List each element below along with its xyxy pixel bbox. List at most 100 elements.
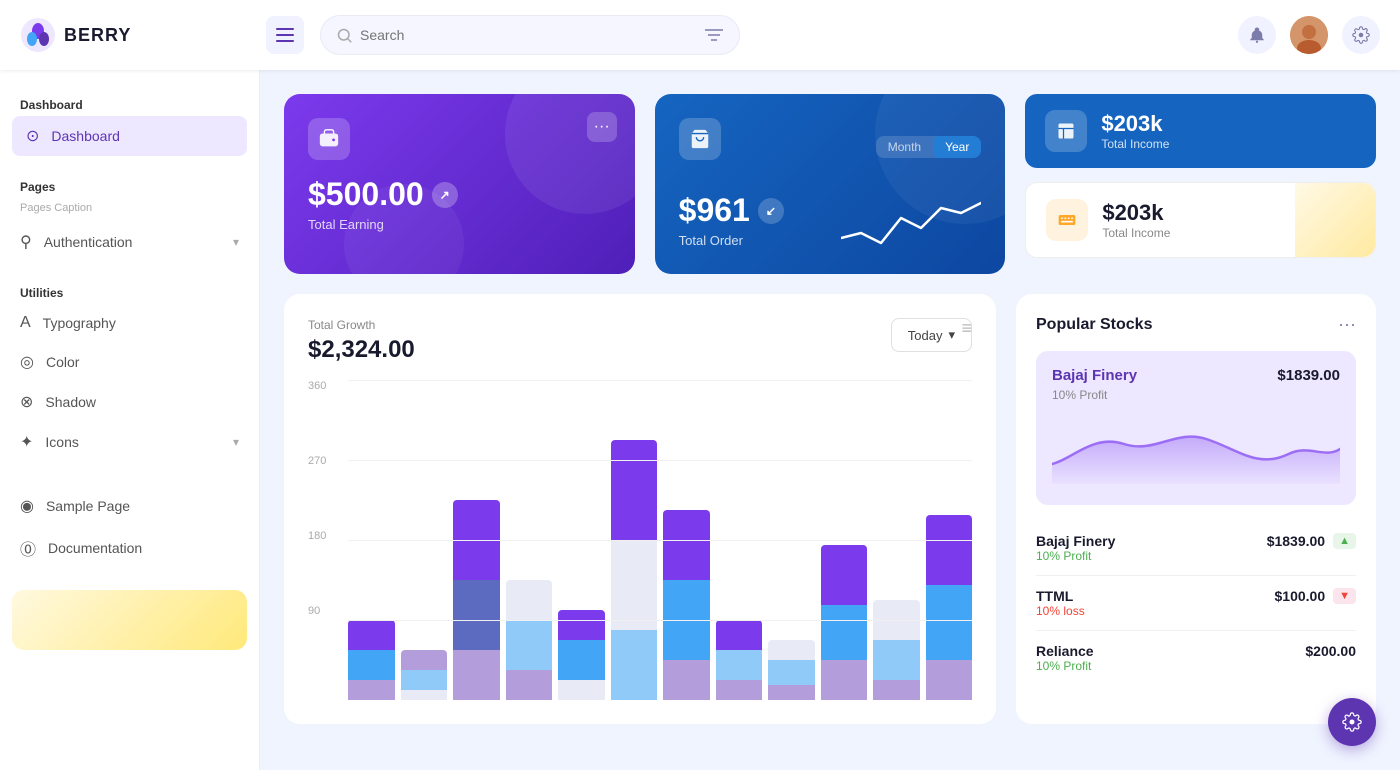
growth-header: Total Growth $2,324.00 Today ▾ (308, 318, 972, 364)
growth-info: Total Growth $2,324.00 (308, 318, 415, 364)
stock-ttml-price: $100.00 (1275, 588, 1326, 604)
earning-amount: $500.00 ↗ (308, 176, 611, 213)
sidebar-item-color[interactable]: ◎ Color (0, 342, 259, 382)
today-button[interactable]: Today ▾ (891, 318, 972, 352)
color-icon: ◎ (20, 352, 34, 372)
sidebar: Dashboard ⊙ Dashboard Pages Pages Captio… (0, 70, 260, 770)
grid-line-2 (348, 460, 972, 461)
grid-line-4 (348, 620, 972, 621)
stock-ttml-info: TTML 10% loss (1036, 588, 1085, 618)
stock-bajaj-name: Bajaj Finery (1036, 533, 1115, 549)
stock-ttml-badge: ▼ (1333, 588, 1356, 604)
bar-chart: 360 270 180 90 (308, 380, 972, 700)
income-cards-column: $203k Total Income $203k Total Income (1025, 94, 1376, 274)
sidebar-item-sample-page[interactable]: ◉ Sample Page (0, 486, 259, 526)
sidebar-item-icons[interactable]: ✦ Icons ▾ (0, 422, 259, 462)
order-mini-chart (841, 198, 981, 248)
bar-group-3 (453, 500, 500, 700)
income-card-1: $203k Total Income (1025, 94, 1376, 168)
sidebar-item-shadow[interactable]: ⊗ Shadow (0, 382, 259, 422)
order-amount: $961 ↙ (679, 192, 784, 229)
settings-button[interactable] (1342, 16, 1380, 54)
order-label: Total Order (679, 233, 784, 248)
sidebar-promo-banner (12, 590, 247, 650)
stocks-more-button[interactable]: ··· (1338, 314, 1356, 335)
stock-bajaj-price: $1839.00 (1267, 533, 1325, 549)
stock-ttml-name: TTML (1036, 588, 1085, 604)
stock-ttml-right: $100.00 ▼ (1275, 588, 1357, 604)
bar-group-4 (506, 580, 553, 700)
bar-group-11 (873, 600, 920, 700)
avatar[interactable] (1290, 16, 1328, 54)
order-badge: ↙ (758, 198, 784, 224)
earning-label: Total Earning (308, 217, 611, 232)
search-input[interactable] (360, 27, 697, 43)
income-info-2: $203k Total Income (1102, 200, 1170, 240)
year-toggle-button[interactable]: Year (933, 136, 981, 158)
bottom-row: Total Growth $2,324.00 Today ▾ ≡ 360 270… (284, 294, 1376, 724)
featured-stock-chart (1052, 414, 1340, 484)
chevron-today-icon: ▾ (948, 327, 955, 343)
logo-text: BERRY (64, 25, 131, 46)
search-icon (337, 28, 352, 43)
income-icon-2 (1046, 199, 1088, 241)
fab-button[interactable] (1328, 698, 1376, 746)
earning-more-button[interactable]: ··· (587, 112, 617, 142)
chevron-down-icon: ▾ (233, 235, 239, 249)
stock-bajaj-badge: ▲ (1333, 533, 1356, 549)
sidebar-item-dashboard[interactable]: ⊙ Dashboard (12, 116, 247, 156)
income-icon-1 (1045, 110, 1087, 152)
stock-reliance-profit: 10% Profit (1036, 659, 1094, 673)
sidebar-item-icons-label: Icons (45, 434, 78, 450)
featured-stock-top: Bajaj Finery $1839.00 (1052, 367, 1340, 384)
order-card-top: Month Year (679, 118, 982, 176)
total-order-card: Month Year $961 ↙ Total Order (655, 94, 1006, 274)
period-toggle: Month Year (876, 136, 982, 158)
chevron-icons-icon: ▾ (233, 435, 239, 449)
stock-list: Bajaj Finery 10% Profit $1839.00 ▲ TTML … (1036, 521, 1356, 685)
growth-chart-card: Total Growth $2,324.00 Today ▾ ≡ 360 270… (284, 294, 996, 724)
bell-icon (1248, 26, 1266, 44)
earning-icon-box (308, 118, 350, 160)
search-bar (320, 15, 740, 55)
income-amount-1: $203k (1101, 111, 1169, 137)
sidebar-section-pages: Pages (0, 172, 259, 198)
stock-bajaj-right: $1839.00 ▲ (1267, 533, 1356, 549)
grid-line-top (348, 380, 972, 381)
sidebar-item-shadow-label: Shadow (45, 394, 96, 410)
sidebar-item-color-label: Color (46, 354, 79, 370)
sidebar-section-utilities: Utilities (0, 278, 259, 304)
month-toggle-button[interactable]: Month (876, 136, 933, 158)
notification-button[interactable] (1238, 16, 1276, 54)
bar-group-1 (348, 620, 395, 700)
stocks-title: Popular Stocks (1036, 316, 1152, 334)
stock-row-bajaj: Bajaj Finery 10% Profit $1839.00 ▲ (1036, 521, 1356, 576)
y-axis: 360 270 180 90 (308, 380, 326, 700)
fab-gear-icon (1342, 712, 1362, 732)
logo-icon (20, 17, 56, 53)
content-area: ··· $500.00 ↗ Total Earning Month Year (260, 70, 1400, 770)
featured-stock: Bajaj Finery $1839.00 10% Profit (1036, 351, 1356, 505)
stocks-header: Popular Stocks ··· (1036, 314, 1356, 335)
stock-row-ttml: TTML 10% loss $100.00 ▼ (1036, 576, 1356, 631)
filter-icon[interactable] (705, 27, 723, 43)
chart-menu-button[interactable]: ≡ (961, 318, 972, 339)
sidebar-section-dashboard: Dashboard (0, 90, 259, 116)
bar-group-6 (611, 440, 658, 700)
sample-page-icon: ◉ (20, 496, 34, 516)
main-layout: Dashboard ⊙ Dashboard Pages Pages Captio… (0, 70, 1400, 770)
sidebar-item-auth-label: Authentication (44, 234, 133, 250)
menu-button[interactable] (266, 16, 304, 54)
growth-title: Total Growth (308, 318, 415, 332)
bar-group-8 (716, 620, 763, 700)
y-label-180: 180 (308, 530, 326, 542)
sidebar-item-documentation[interactable]: ⓪ Documentation (0, 526, 259, 570)
growth-amount: $2,324.00 (308, 336, 415, 364)
wallet-icon (318, 128, 340, 150)
stock-bajaj-profit: 10% Profit (1036, 549, 1115, 563)
sidebar-item-authentication[interactable]: ⚲ Authentication ▾ (0, 222, 259, 262)
bar-group-10 (821, 545, 868, 700)
sidebar-item-typography[interactable]: A Typography (0, 304, 259, 342)
featured-stock-sub: 10% Profit (1052, 388, 1340, 402)
stock-reliance-name: Reliance (1036, 643, 1094, 659)
